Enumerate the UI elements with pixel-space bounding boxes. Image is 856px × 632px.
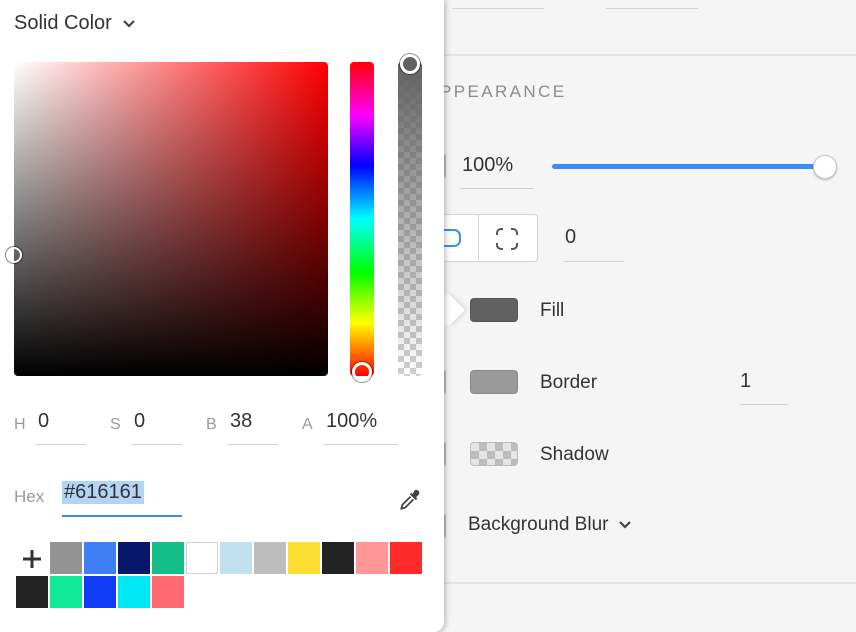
opacity-field-underline — [460, 188, 534, 189]
hue-slider[interactable] — [350, 62, 374, 376]
brightness-channel-label: B — [206, 416, 217, 433]
palette-swatch[interactable] — [322, 542, 354, 574]
alpha-slider[interactable] — [398, 62, 422, 376]
add-swatch-plus-icon[interactable] — [18, 545, 46, 573]
hue-channel-label: H — [14, 416, 26, 433]
saturation-brightness-area[interactable] — [14, 62, 328, 376]
section-divider — [440, 54, 856, 56]
palette-swatch[interactable] — [390, 542, 422, 574]
hex-label: Hex — [14, 487, 45, 506]
background-blur-dropdown[interactable]: Background Blur — [468, 514, 632, 536]
palette-swatch[interactable] — [186, 542, 218, 574]
saturation-channel-label: S — [110, 416, 121, 433]
alpha-slider-thumb[interactable] — [400, 54, 420, 74]
palette-swatch[interactable] — [118, 576, 150, 608]
alpha-gradient — [398, 62, 422, 376]
top-field-underline-1 — [452, 8, 544, 9]
palette-swatch[interactable] — [288, 542, 320, 574]
background-blur-label: Background Blur — [468, 514, 609, 535]
corner-radius-field[interactable]: 0 — [565, 226, 576, 249]
top-field-underline-2 — [606, 8, 698, 9]
border-label: Border — [540, 372, 598, 393]
alpha-channel-underline — [324, 444, 398, 445]
hue-channel-field[interactable]: 0 — [38, 410, 49, 433]
hue-slider-thumb[interactable] — [352, 362, 372, 382]
border-color-swatch[interactable] — [470, 370, 518, 394]
palette-swatch[interactable] — [84, 542, 116, 574]
fill-type-dropdown[interactable]: Solid Color — [14, 12, 136, 35]
palette-swatch[interactable] — [118, 542, 150, 574]
palette-swatch[interactable] — [50, 576, 82, 608]
opacity-field[interactable]: 100% — [462, 154, 513, 177]
chevron-down-icon — [123, 19, 135, 28]
appearance-section-title: PPEARANCE — [440, 82, 567, 101]
saturation-channel-field[interactable]: 0 — [134, 410, 145, 433]
independent-corners-icon[interactable] — [494, 226, 520, 252]
brightness-channel-field[interactable]: 38 — [230, 410, 252, 433]
palette-swatch[interactable] — [254, 542, 286, 574]
palette-swatch[interactable] — [152, 542, 184, 574]
hex-input[interactable]: #616161 — [62, 481, 144, 504]
border-width-field[interactable]: 1 — [740, 370, 751, 393]
brightness-channel-underline — [228, 444, 278, 445]
shadow-label: Shadow — [540, 444, 609, 465]
hue-channel-underline — [36, 444, 86, 445]
palette-swatch[interactable] — [152, 576, 184, 608]
shadow-color-swatch[interactable] — [470, 442, 518, 466]
popover-arrow-join — [424, 286, 444, 334]
fill-color-swatch[interactable] — [470, 298, 518, 322]
border-width-underline — [740, 404, 788, 405]
opacity-slider-thumb[interactable] — [813, 155, 837, 179]
opacity-slider-track[interactable] — [552, 164, 826, 169]
palette-swatch[interactable] — [84, 576, 116, 608]
alpha-channel-field[interactable]: 100% — [326, 410, 377, 433]
eyedropper-icon[interactable] — [396, 486, 424, 514]
palette-swatch[interactable] — [50, 542, 82, 574]
saturation-channel-underline — [132, 444, 182, 445]
saturation-brightness-cursor[interactable] — [6, 247, 22, 263]
palette-swatch[interactable] — [356, 542, 388, 574]
fill-label: Fill — [540, 300, 565, 321]
chevron-down-icon — [619, 521, 632, 529]
palette-swatch[interactable] — [16, 576, 48, 608]
hex-input-underline — [62, 515, 182, 517]
bottom-divider — [440, 582, 856, 584]
corner-toggle-separator — [478, 215, 479, 261]
fill-type-label: Solid Color — [14, 12, 112, 34]
palette-swatch[interactable] — [220, 542, 252, 574]
alpha-channel-label: A — [302, 416, 313, 433]
corner-radius-underline — [564, 261, 624, 262]
